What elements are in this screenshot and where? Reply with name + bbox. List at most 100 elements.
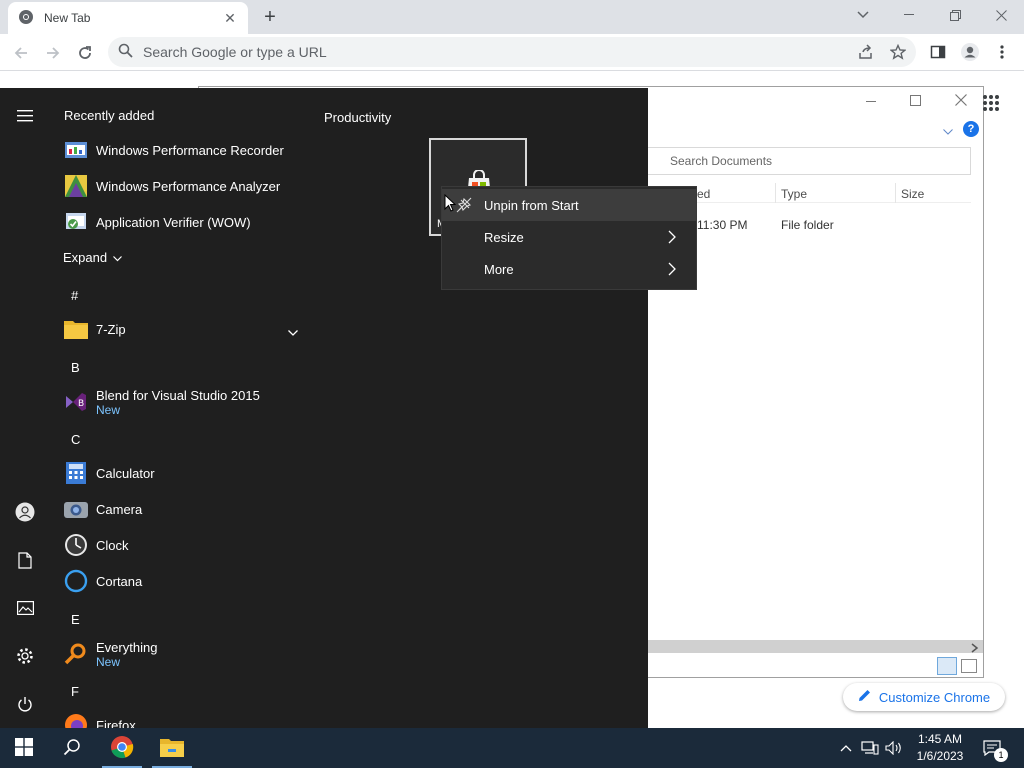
blend-icon: B <box>64 390 88 414</box>
new-badge: New <box>96 402 121 417</box>
column-divider <box>775 183 776 203</box>
customize-chrome-button[interactable]: Customize Chrome <box>843 683 1005 711</box>
network-icon[interactable] <box>860 738 880 758</box>
group-letter-b[interactable]: B <box>71 360 80 375</box>
windows-logo-icon <box>15 737 33 759</box>
omnibox[interactable]: Search Google or type a URL <box>108 37 916 67</box>
explorer-search-placeholder: Search Documents <box>670 154 773 168</box>
app-name: Blend for Visual Studio 2015 <box>96 387 260 403</box>
back-arrow-icon[interactable] <box>8 40 34 66</box>
tile-context-menu: Unpin from Start Resize More <box>441 186 697 290</box>
scroll-right-icon[interactable] <box>971 641 979 656</box>
search-icon <box>63 738 81 759</box>
group-letter-e[interactable]: E <box>71 612 80 627</box>
start-menu: Recently added Windows Performance Recor… <box>0 88 648 728</box>
cortana-icon <box>64 569 88 593</box>
settings-gear-icon[interactable] <box>13 644 37 668</box>
group-letter-hash[interactable]: # <box>71 288 78 303</box>
bookmark-star-icon[interactable] <box>886 40 910 64</box>
app-calculator[interactable]: Calculator <box>64 455 304 491</box>
app-cortana[interactable]: Cortana <box>64 563 304 599</box>
clock-date: 1/6/2023 <box>916 749 964 763</box>
details-view-icon[interactable] <box>937 657 957 675</box>
start-left-rail <box>0 88 50 728</box>
app-firefox[interactable]: Firefox <box>64 707 304 728</box>
explorer-minimize-icon[interactable] <box>851 93 891 113</box>
explorer-maximize-icon[interactable] <box>895 93 935 113</box>
taskbar-clock[interactable]: 1:45 AM 1/6/2023 <box>910 731 970 765</box>
share-icon[interactable] <box>854 40 878 64</box>
productivity-group-heading[interactable]: Productivity <box>324 110 391 125</box>
app-everything[interactable]: Everything New <box>64 635 304 673</box>
app-windows-performance-analyzer[interactable]: Windows Performance Analyzer <box>64 168 304 204</box>
power-icon[interactable] <box>13 692 37 716</box>
close-window-icon[interactable] <box>978 0 1024 30</box>
new-tab-button[interactable]: + <box>258 4 282 30</box>
apps-grid-icon[interactable] <box>982 94 1000 112</box>
notification-count-badge: 1 <box>994 748 1008 762</box>
volume-icon[interactable] <box>884 738 904 758</box>
column-size[interactable]: Size <box>901 187 924 201</box>
restore-icon[interactable] <box>932 0 978 30</box>
column-type[interactable]: Type <box>781 187 807 201</box>
explorer-help-icon[interactable]: ? <box>963 121 979 137</box>
profile-avatar-icon[interactable] <box>958 40 982 64</box>
group-letter-f[interactable]: F <box>71 684 79 699</box>
firefox-icon <box>64 713 88 728</box>
chrome-tabstrip: New Tab ✕ + <box>0 0 1024 34</box>
show-hidden-icons-icon[interactable] <box>836 738 856 758</box>
forward-arrow-icon[interactable] <box>40 40 66 66</box>
column-date-modified[interactable]: ed <box>697 187 710 201</box>
chevron-down-icon[interactable] <box>288 324 298 339</box>
everything-icon <box>64 642 88 666</box>
taskbar-chrome[interactable] <box>98 728 146 768</box>
large-icons-view-icon[interactable] <box>961 659 977 673</box>
pictures-icon[interactable] <box>13 596 37 620</box>
menu-item-label: Unpin from Start <box>484 197 579 213</box>
menu-item-label: Resize <box>484 229 524 245</box>
side-panel-icon[interactable] <box>926 40 950 64</box>
menu-item-label: More <box>484 261 514 277</box>
app-name: Everything <box>96 639 158 655</box>
taskbar-search-button[interactable] <box>48 728 96 768</box>
chevron-right-icon <box>664 261 680 277</box>
hamburger-menu-icon[interactable] <box>13 104 37 128</box>
wpa-icon <box>64 174 88 198</box>
reload-icon[interactable] <box>72 40 98 66</box>
tab-search-icon[interactable] <box>840 0 886 30</box>
app-camera[interactable]: Camera <box>64 491 304 527</box>
unpin-icon <box>456 197 472 216</box>
camera-icon <box>64 497 88 521</box>
group-letter-c[interactable]: C <box>71 432 80 447</box>
chrome-menu-icon[interactable] <box>990 40 1014 64</box>
horizontal-scrollbar[interactable] <box>645 640 983 653</box>
user-account-icon[interactable] <box>13 500 37 524</box>
menu-item-resize[interactable]: Resize <box>442 221 696 253</box>
app-clock[interactable]: Clock <box>64 527 304 563</box>
expand-button[interactable]: Expand <box>63 250 123 265</box>
app-blend[interactable]: B Blend for Visual Studio 2015 New <box>64 383 304 421</box>
recently-added-heading: Recently added <box>64 108 155 123</box>
mouse-cursor-icon <box>444 193 457 215</box>
app-7zip[interactable]: 7-Zip <box>64 311 304 347</box>
windows-taskbar: 1:45 AM 1/6/2023 <box>0 728 1024 768</box>
app-name: Windows Performance Recorder <box>96 142 284 158</box>
menu-item-unpin-from-start[interactable]: Unpin from Start <box>442 189 696 221</box>
explorer-search-input[interactable]: Search Documents <box>645 147 971 175</box>
tab-close-icon[interactable]: ✕ <box>222 10 238 27</box>
app-application-verifier[interactable]: Application Verifier (WOW) <box>64 204 304 240</box>
customize-chrome-label: Customize Chrome <box>878 689 991 705</box>
wpr-icon <box>64 138 88 162</box>
file-explorer-icon <box>160 737 184 760</box>
minimize-icon[interactable] <box>886 0 932 30</box>
tab-new-tab[interactable]: New Tab ✕ <box>8 2 248 34</box>
calculator-icon <box>64 461 88 485</box>
ribbon-expand-icon[interactable] <box>943 123 953 138</box>
menu-item-more[interactable]: More <box>442 253 696 285</box>
documents-icon[interactable] <box>13 548 37 572</box>
taskbar-file-explorer[interactable] <box>148 728 196 768</box>
explorer-close-icon[interactable] <box>941 93 981 113</box>
app-windows-performance-recorder[interactable]: Windows Performance Recorder <box>64 132 304 168</box>
start-button[interactable] <box>0 728 48 768</box>
folder-icon <box>64 317 88 341</box>
